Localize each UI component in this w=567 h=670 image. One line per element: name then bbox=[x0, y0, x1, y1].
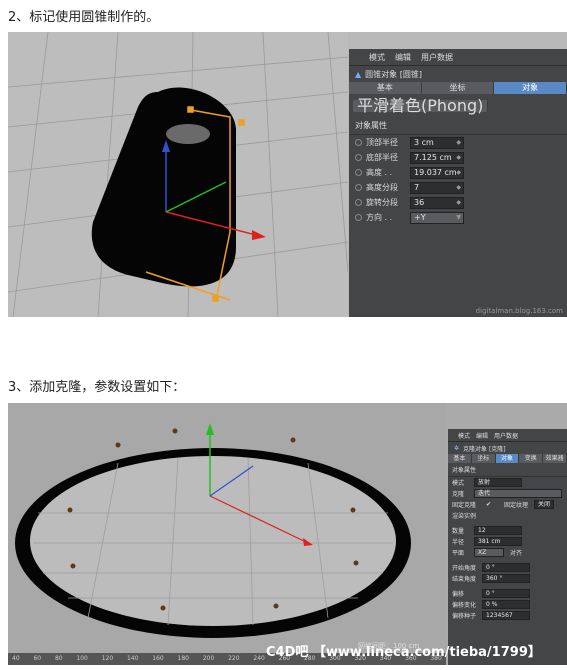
count-field[interactable]: 12 bbox=[474, 526, 522, 535]
param-start[interactable]: 开始角度 0 ° bbox=[448, 562, 567, 573]
end-angle-field[interactable]: 360 ° bbox=[482, 574, 530, 583]
param-radius[interactable]: 半径 381 cm bbox=[448, 536, 567, 547]
tab-coord[interactable]: 坐标 bbox=[421, 82, 495, 94]
keyframe-dot-icon[interactable] bbox=[355, 214, 362, 221]
param-row-height[interactable]: 高度 . . 19.037 cm ◆ bbox=[349, 165, 567, 180]
object-title: 圆锥对象 [圆锥] bbox=[365, 69, 422, 79]
tab-basic[interactable]: 基本 bbox=[448, 454, 472, 463]
keyframe-dot-icon[interactable] bbox=[355, 154, 362, 161]
keyframe-dot-icon[interactable] bbox=[355, 184, 362, 191]
viewport-screenshot-1: 模式 编辑 用户数据 ▲ 圆锥对象 [圆锥] 基本 坐标 对象 平滑着色(Pho… bbox=[8, 32, 567, 317]
fixtex-select[interactable]: 关闭 bbox=[534, 500, 555, 509]
tab-phong[interactable]: 平滑着色(Phong) bbox=[353, 98, 489, 114]
param-plane[interactable]: 平面 XZ 对齐 bbox=[448, 547, 567, 558]
clone-ring[interactable] bbox=[15, 448, 411, 638]
tab-object[interactable]: 对象 bbox=[494, 82, 567, 94]
menu-edit[interactable]: 编辑 bbox=[476, 431, 488, 440]
height-field[interactable]: 19.037 cm ◆ bbox=[410, 166, 464, 179]
section-title: 对象属性 bbox=[349, 117, 567, 135]
offvar-field[interactable]: 0 % bbox=[482, 600, 530, 609]
param-seed[interactable]: 偏移种子 1234567 bbox=[448, 610, 567, 621]
param-render[interactable]: 渲染实例 bbox=[448, 510, 567, 521]
section-title: 对象属性 bbox=[448, 463, 567, 477]
step3-caption: 3、添加克隆，参数设置如下： bbox=[8, 380, 186, 395]
menu-userdata[interactable]: 用户数据 bbox=[421, 52, 453, 63]
mode-select[interactable]: 放射 bbox=[474, 478, 522, 487]
rot-seg-field[interactable]: 36 ◆ bbox=[410, 196, 464, 209]
bottom-radius-field[interactable]: 7.125 cm ◆ bbox=[410, 151, 464, 164]
keyframe-dot-icon[interactable] bbox=[355, 199, 362, 206]
tab-effectors[interactable]: 效果器 bbox=[543, 454, 567, 463]
check-icon[interactable]: ✔ bbox=[486, 501, 504, 508]
object-title: 克隆对象 [克隆] bbox=[463, 445, 506, 453]
watermark-1: digitalman.blog.163.com bbox=[475, 307, 563, 315]
menu-mode[interactable]: 模式 bbox=[369, 52, 385, 63]
keyframe-dot-icon[interactable] bbox=[355, 169, 362, 176]
direction-select[interactable]: +Y ▼ bbox=[410, 211, 464, 224]
param-count[interactable]: 数量 12 bbox=[448, 525, 567, 536]
tab-transform[interactable]: 变换 bbox=[519, 454, 544, 463]
seed-field[interactable]: 1234567 bbox=[482, 611, 530, 620]
tab-object[interactable]: 对象 bbox=[495, 454, 520, 463]
panel1-menu: 模式 编辑 用户数据 bbox=[349, 49, 567, 66]
param-row-top-radius[interactable]: 顶部半径 3 cm ◆ bbox=[349, 135, 567, 150]
menu-mode[interactable]: 模式 bbox=[458, 431, 470, 440]
radius-field[interactable]: 381 cm bbox=[474, 537, 522, 546]
attribute-panel-2: 模式 编辑 用户数据 ✲ 克隆对象 [克隆] 基本 坐标 对象 变换 效果器 对象… bbox=[448, 429, 567, 665]
tab-basic[interactable]: 基本 bbox=[349, 82, 422, 94]
height-seg-field[interactable]: 7 ◆ bbox=[410, 181, 464, 194]
param-offvar[interactable]: 偏移变化 0 % bbox=[448, 599, 567, 610]
param-end[interactable]: 结束角度 360 ° bbox=[448, 573, 567, 584]
param-row-rot-seg[interactable]: 旋转分段 36 ◆ bbox=[349, 195, 567, 210]
step2-caption: 2、标记使用圆锥制作的。 bbox=[8, 10, 160, 25]
param-fix[interactable]: 固定克隆 ✔ 固定纹理 关闭 bbox=[448, 499, 567, 510]
param-clone[interactable]: 克隆 迭代 bbox=[448, 488, 567, 499]
param-mode[interactable]: 模式 放射 bbox=[448, 477, 567, 488]
cone-icon: ▲ bbox=[355, 69, 362, 79]
viewport-screenshot-2: 模式 编辑 用户数据 ✲ 克隆对象 [克隆] 基本 坐标 对象 变换 效果器 对象… bbox=[8, 403, 567, 665]
cloner-icon: ✲ bbox=[454, 444, 460, 452]
top-radius-field[interactable]: 3 cm ◆ bbox=[410, 136, 464, 149]
tab-coord[interactable]: 坐标 bbox=[471, 454, 496, 463]
watermark-2: C4D吧 【www.lineca.com/tieba/1799】 bbox=[266, 645, 541, 660]
plane-select[interactable]: XZ bbox=[474, 548, 504, 557]
clone-select[interactable]: 迭代 bbox=[474, 489, 562, 498]
param-row-bottom-radius[interactable]: 底部半径 7.125 cm ◆ bbox=[349, 150, 567, 165]
menu-edit[interactable]: 编辑 bbox=[395, 52, 411, 63]
offset-field[interactable]: 0 ° bbox=[482, 589, 530, 598]
attribute-panel-1: 模式 编辑 用户数据 ▲ 圆锥对象 [圆锥] 基本 坐标 对象 平滑着色(Pho… bbox=[349, 49, 567, 317]
param-row-height-seg[interactable]: 高度分段 7 ◆ bbox=[349, 180, 567, 195]
menu-userdata[interactable]: 用户数据 bbox=[494, 431, 518, 440]
viewport-1[interactable] bbox=[8, 32, 348, 317]
viewport-2[interactable] bbox=[8, 403, 446, 653]
param-offset[interactable]: 偏移 0 ° bbox=[448, 588, 567, 599]
param-row-direction[interactable]: 方向 . . +Y ▼ bbox=[349, 210, 567, 225]
keyframe-dot-icon[interactable] bbox=[355, 139, 362, 146]
start-angle-field[interactable]: 0 ° bbox=[482, 563, 530, 572]
